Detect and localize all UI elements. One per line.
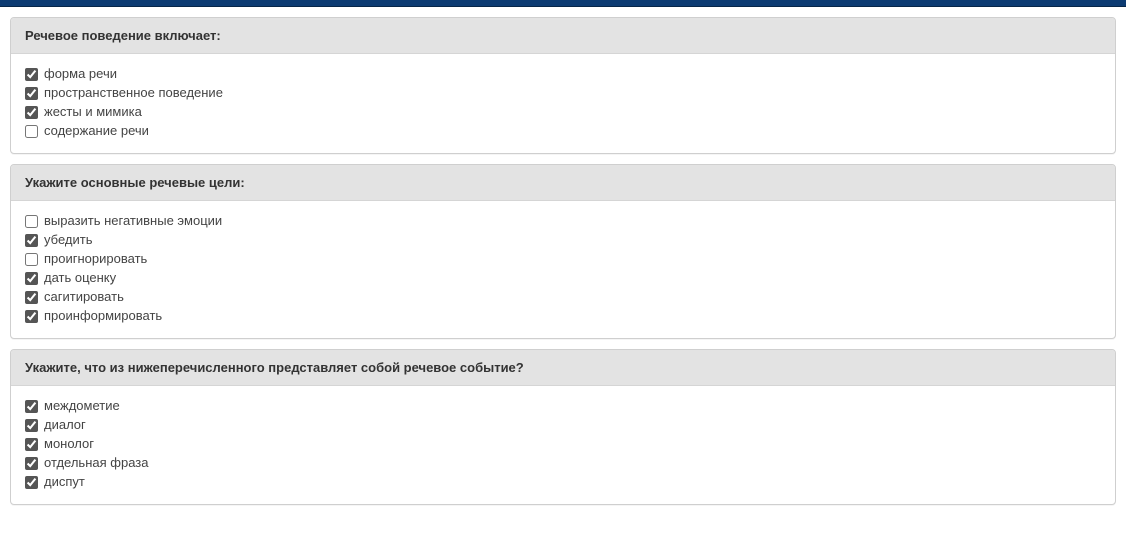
option-label: жесты и мимика: [44, 103, 142, 121]
option-checkbox[interactable]: [25, 106, 38, 119]
option-item: содержание речи: [25, 122, 1101, 140]
option-item: отдельная фраза: [25, 454, 1101, 472]
option-checkbox[interactable]: [25, 438, 38, 451]
question-title: Речевое поведение включает:: [11, 18, 1115, 54]
option-item: проинформировать: [25, 307, 1101, 325]
option-label: отдельная фраза: [44, 454, 148, 472]
option-checkbox[interactable]: [25, 87, 38, 100]
option-label: выразить негативные эмоции: [44, 212, 222, 230]
options-list: форма речи пространственное поведение же…: [11, 54, 1115, 153]
question-block: Речевое поведение включает: форма речи п…: [10, 17, 1116, 154]
option-label: дать оценку: [44, 269, 116, 287]
option-checkbox[interactable]: [25, 476, 38, 489]
option-label: междометие: [44, 397, 120, 415]
option-label: форма речи: [44, 65, 117, 83]
top-nav-bar: [0, 0, 1126, 7]
option-checkbox[interactable]: [25, 68, 38, 81]
option-label: монолог: [44, 435, 94, 453]
option-item: пространственное поведение: [25, 84, 1101, 102]
question-block: Укажите основные речевые цели: выразить …: [10, 164, 1116, 339]
option-item: жесты и мимика: [25, 103, 1101, 121]
option-checkbox[interactable]: [25, 234, 38, 247]
option-item: диалог: [25, 416, 1101, 434]
option-item: сагитировать: [25, 288, 1101, 306]
option-label: диалог: [44, 416, 86, 434]
option-checkbox[interactable]: [25, 419, 38, 432]
option-item: междометие: [25, 397, 1101, 415]
option-label: содержание речи: [44, 122, 149, 140]
option-item: проигнорировать: [25, 250, 1101, 268]
option-checkbox[interactable]: [25, 215, 38, 228]
option-checkbox[interactable]: [25, 253, 38, 266]
option-item: дать оценку: [25, 269, 1101, 287]
options-list: междометие диалог монолог отдельная фраз…: [11, 386, 1115, 504]
option-item: убедить: [25, 231, 1101, 249]
option-label: диспут: [44, 473, 85, 491]
question-block: Укажите, что из нижеперечисленного предс…: [10, 349, 1116, 505]
option-item: форма речи: [25, 65, 1101, 83]
option-item: выразить негативные эмоции: [25, 212, 1101, 230]
question-title: Укажите, что из нижеперечисленного предс…: [11, 350, 1115, 386]
option-label: пространственное поведение: [44, 84, 223, 102]
question-title: Укажите основные речевые цели:: [11, 165, 1115, 201]
option-label: проинформировать: [44, 307, 162, 325]
option-checkbox[interactable]: [25, 310, 38, 323]
option-checkbox[interactable]: [25, 272, 38, 285]
option-checkbox[interactable]: [25, 457, 38, 470]
option-checkbox[interactable]: [25, 125, 38, 138]
option-item: монолог: [25, 435, 1101, 453]
option-label: убедить: [44, 231, 92, 249]
options-list: выразить негативные эмоции убедить проиг…: [11, 201, 1115, 338]
option-label: проигнорировать: [44, 250, 147, 268]
option-checkbox[interactable]: [25, 291, 38, 304]
option-label: сагитировать: [44, 288, 124, 306]
option-item: диспут: [25, 473, 1101, 491]
page-content: Речевое поведение включает: форма речи п…: [0, 17, 1126, 519]
option-checkbox[interactable]: [25, 400, 38, 413]
